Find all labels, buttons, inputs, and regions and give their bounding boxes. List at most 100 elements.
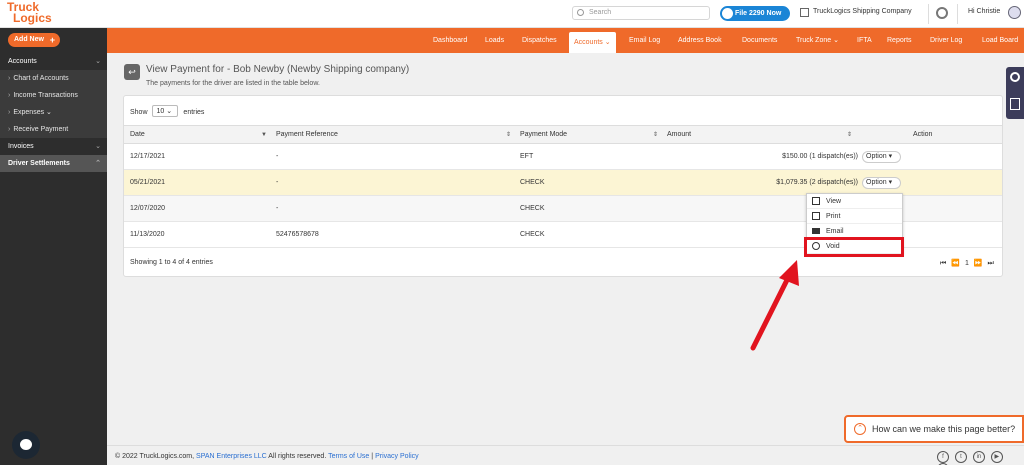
youtube-icon[interactable]: ▶ (990, 451, 1003, 463)
option-label: Option (866, 179, 887, 186)
nav-driver-log[interactable]: Driver Log (930, 28, 962, 53)
sidebar-item-driver-settlements[interactable]: Driver Settlements ⌃ (0, 155, 107, 172)
cell-date: 12/07/2020 (130, 205, 166, 212)
rights-text: All rights reserved. (268, 453, 327, 460)
nav-load-board[interactable]: Load Board (982, 28, 1018, 53)
nav-truck-zone[interactable]: Truck Zone ⌄ (796, 28, 839, 53)
company-switcher[interactable]: TruckLogics Shipping Company (800, 8, 912, 17)
sidebar-item-label: Chart of Accounts (13, 75, 69, 82)
add-new-button[interactable]: Add New + (8, 33, 60, 47)
main-nav: Dashboard Loads Dispatches Accounts ⌄ Em… (107, 28, 1024, 53)
sidebar-item-chart-of-accounts[interactable]: › Chart of Accounts (0, 70, 107, 87)
first-page-icon[interactable]: ⏮ (940, 260, 946, 267)
divider (928, 4, 929, 24)
cell-ref: - (276, 153, 279, 160)
feedback-widget[interactable]: ⌃ How can we make this page better? (844, 415, 1024, 443)
cell-mode: CHECK (520, 179, 545, 186)
building-icon (800, 8, 809, 17)
company-link[interactable]: SPAN Enterprises LLC (196, 453, 267, 460)
plus-icon: + (49, 35, 55, 45)
settings-icon[interactable] (1010, 72, 1020, 82)
chevron-down-icon: ⌄ (166, 108, 173, 115)
divider (957, 4, 958, 24)
cell-date: 12/17/2021 (130, 153, 166, 160)
cell-ref: - (276, 205, 279, 212)
sidebar-item-label: Driver Settlements (8, 160, 70, 167)
nav-loads[interactable]: Loads (485, 28, 504, 53)
nav-ifta[interactable]: IFTA (857, 28, 872, 53)
avatar[interactable] (1008, 6, 1021, 19)
sidebar-item-accounts[interactable]: Accounts ⌄ (0, 53, 107, 70)
nav-dashboard[interactable]: Dashboard (433, 28, 467, 53)
cell-date: 05/21/2021 (130, 179, 166, 186)
col-amount[interactable]: Amount (667, 126, 691, 144)
chat-widget-button[interactable] (12, 431, 40, 459)
sort-icon[interactable]: ⇕ (653, 126, 658, 144)
last-page-icon[interactable]: ⏭ (987, 260, 993, 267)
entries-label: entries (183, 109, 205, 116)
col-payment-reference[interactable]: Payment Reference (276, 126, 338, 144)
chevron-down-icon: ⌄ (604, 39, 611, 46)
menu-item-print[interactable]: Print (807, 209, 902, 224)
nav-email-log[interactable]: Email Log (629, 28, 660, 53)
search-input[interactable]: Search (572, 6, 710, 20)
linkedin-icon[interactable]: in (972, 451, 985, 463)
option-button[interactable]: Option ▾ (862, 177, 901, 189)
chevron-right-icon: › (8, 109, 11, 116)
option-button[interactable]: Option ▾ (862, 151, 901, 163)
sidebar-item-invoices[interactable]: Invoices ⌄ (0, 138, 107, 155)
cell-mode: CHECK (520, 231, 545, 238)
facebook-icon[interactable]: f (937, 451, 949, 463)
document-icon (812, 197, 820, 205)
menu-item-view[interactable]: View (807, 194, 902, 209)
nav-reports[interactable]: Reports (887, 28, 912, 53)
top-bar: Truck Logics Search File 2290 Now TruckL… (0, 0, 1024, 28)
twitter-icon[interactable]: t (954, 451, 967, 463)
nav-truck-zone-label: Truck Zone (796, 37, 832, 44)
sidebar-item-receive-payment[interactable]: › Receive Payment (0, 121, 107, 138)
chevron-down-icon: ▾ (888, 179, 893, 186)
envelope-icon (812, 228, 820, 234)
sidebar-item-income-transactions[interactable]: › Income Transactions (0, 87, 107, 104)
file-2290-label: File 2290 Now (735, 10, 782, 17)
col-payment-mode[interactable]: Payment Mode (520, 126, 567, 144)
prev-page-icon[interactable]: ⏪ (951, 260, 960, 267)
feedback-label: How can we make this page better? (872, 424, 1016, 434)
document-icon[interactable] (1010, 98, 1020, 110)
copyright-text: © 2022 TruckLogics.com, (115, 453, 195, 460)
trucklogics-logo[interactable]: Truck Logics (7, 1, 63, 26)
chevron-right-icon: › (8, 75, 11, 82)
nav-dispatches[interactable]: Dispatches (522, 28, 557, 53)
user-greeting[interactable]: Hi Christie (968, 8, 1000, 15)
table-info: Showing 1 to 4 of 4 entries (130, 259, 213, 266)
entries-control: Show 10 ⌄ entries (130, 105, 205, 118)
sidebar-item-expenses[interactable]: › Expenses ⌄ (0, 104, 107, 121)
terms-link[interactable]: Terms of Use (328, 453, 369, 460)
printer-icon (812, 212, 820, 220)
nav-documents[interactable]: Documents (742, 28, 777, 53)
page-footer: © 2022 TruckLogics.com, SPAN Enterprises… (107, 445, 1024, 465)
pagination: ⏮ ⏪ 1 ⏩ ⏭ (940, 259, 997, 268)
privacy-link[interactable]: Privacy Policy (375, 453, 419, 460)
copyright: © 2022 TruckLogics.com, SPAN Enterprises… (115, 453, 419, 460)
option-label: Option (866, 153, 887, 160)
col-date[interactable]: Date (130, 126, 145, 144)
next-page-icon[interactable]: ⏩ (974, 260, 983, 267)
cell-date: 11/13/2020 (130, 231, 165, 238)
back-button[interactable]: ↩ (124, 64, 140, 80)
sort-icon[interactable]: ▼ (261, 126, 267, 144)
social-links: f t in ▶ p (937, 451, 1024, 465)
entries-select[interactable]: 10 ⌄ (152, 105, 179, 117)
sidebar-item-label: Invoices (8, 143, 34, 150)
file-2290-button[interactable]: File 2290 Now (720, 6, 790, 21)
sort-icon[interactable]: ⇕ (506, 126, 511, 144)
cell-mode: CHECK (520, 205, 545, 212)
gear-icon[interactable] (936, 7, 948, 19)
page-number[interactable]: 1 (965, 260, 969, 267)
sort-icon[interactable]: ⇕ (847, 126, 852, 144)
nav-address-book[interactable]: Address Book (678, 28, 722, 53)
table-header: Date ▼ Payment Reference ⇕ Payment Mode … (124, 125, 1002, 144)
menu-item-label: Print (826, 213, 841, 220)
nav-accounts[interactable]: Accounts ⌄ (569, 32, 616, 53)
menu-item-label: View (826, 198, 842, 205)
